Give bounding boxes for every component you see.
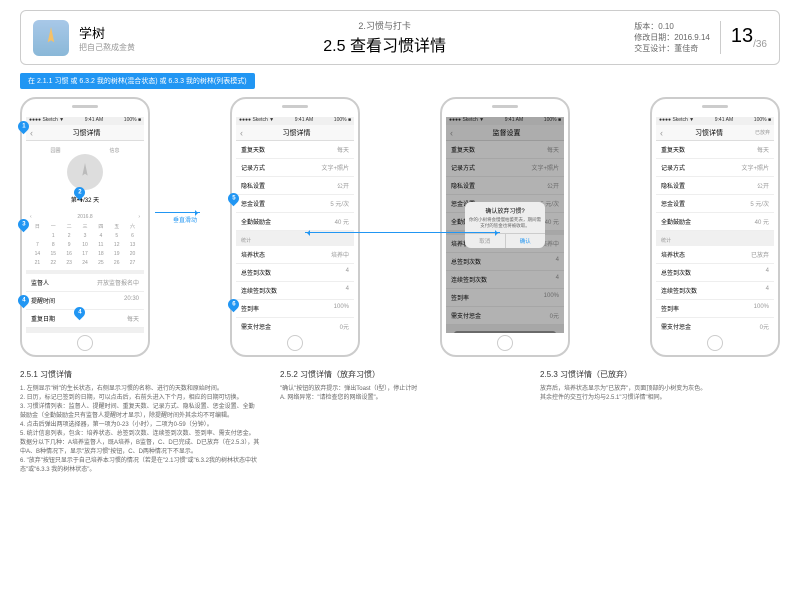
page-header: 学树 把自己熬成金黄 2.习惯与打卡 2.5 查看习惯详情 版本：0.10 修改… [20,10,780,65]
list-row[interactable]: 重复天数每天 [656,141,774,159]
list-row[interactable]: 记录方式文字+照片 [656,159,774,177]
list-row[interactable]: 提醒时间20:30 [26,292,144,310]
context-note: 在 2.1.1 习惯 或 6.3.2 我的树林(混合状态) 或 6.3.3 我的… [20,73,255,89]
list-row[interactable]: 培养状态已放弃 [656,246,774,264]
list-row[interactable]: 总签到次数4 [656,264,774,282]
list-row[interactable]: 惩金设置5 元/次 [656,195,774,213]
list-row[interactable]: 需支付惩金0元 [236,318,354,333]
confirm-modal: 确认放弃习惯? 你的小树将会慢慢枯萎死去，期间需支付的惩金也将被收取。 取消确认 [465,202,545,248]
tree-avatar [67,154,103,190]
list-row[interactable]: 连续签到次数4 [236,282,354,300]
list-row[interactable]: 惩金设置5 元/次 [236,195,354,213]
list-row[interactable]: 隐私设置公开 [236,177,354,195]
meta-info: 版本：0.10 修改日期：2016.9.14 交互设计：董佳奇 [634,21,721,55]
abandoned-tag: 已放弃 [755,129,770,136]
calendar[interactable]: ‹2016.8› 日一二三四五六123456789101112131415161… [26,211,144,270]
mockup-3: ●●●● Sketch ▼9:41 AM100% ■ ‹监督设置 重复天数每天记… [440,97,570,357]
confirm-button[interactable]: 确认 [506,234,546,248]
swipe-label: 垂直滑动 [173,215,197,224]
cancel-button[interactable]: 取消 [465,234,506,248]
list-row[interactable]: 签到率100% [656,300,774,318]
mockup-1: 1 2 3 4 4 ●●●● Sketch ▼9:41 AM100% ■ ‹习惯… [20,97,150,357]
list-row[interactable]: 隐私设置公开 [656,177,774,195]
tagline: 把自己熬成金黄 [79,42,135,53]
page-number: 13/36 [731,25,767,50]
descriptions: 2.5.1 习惯详情1. 左侧显示"树"的生长状态，右侧显示习惯的名称、进行的天… [20,369,780,475]
navbar: ‹习惯详情 [26,125,144,141]
page-title: 2.5 查看习惯详情 [145,32,624,56]
list-row[interactable]: 培养状态培养中 [236,246,354,264]
app-logo [33,20,69,56]
list-row[interactable]: 需支付惩金0元 [656,318,774,333]
list-row[interactable]: 全勤鼓励金40 元 [236,213,354,231]
list-row[interactable]: 全勤鼓励金40 元 [656,213,774,231]
list-row[interactable]: 连续签到次数4 [656,282,774,300]
modal-overlay: 确认放弃习惯? 你的小树将会慢慢枯萎死去，期间需支付的惩金也将被收取。 取消确认 [446,117,564,333]
list-row[interactable]: 记录方式文字+照片 [236,159,354,177]
mockup-4: ●●●● Sketch ▼9:41 AM100% ■ ‹习惯详情已放弃 重复天数… [650,97,780,357]
breadcrumb: 2.习惯与打卡 [145,19,624,32]
mockup-2: 5 6 ●●●● Sketch ▼9:41 AM100% ■ ‹习惯详情 重复天… [230,97,360,357]
app-name: 学树 [79,23,135,42]
list-row[interactable]: 总签到次数4 [236,264,354,282]
list-row[interactable]: 重复天数每天 [236,141,354,159]
list-row[interactable]: 监督人开放监督报名中 [26,274,144,292]
list-row[interactable]: 签到率100% [236,300,354,318]
